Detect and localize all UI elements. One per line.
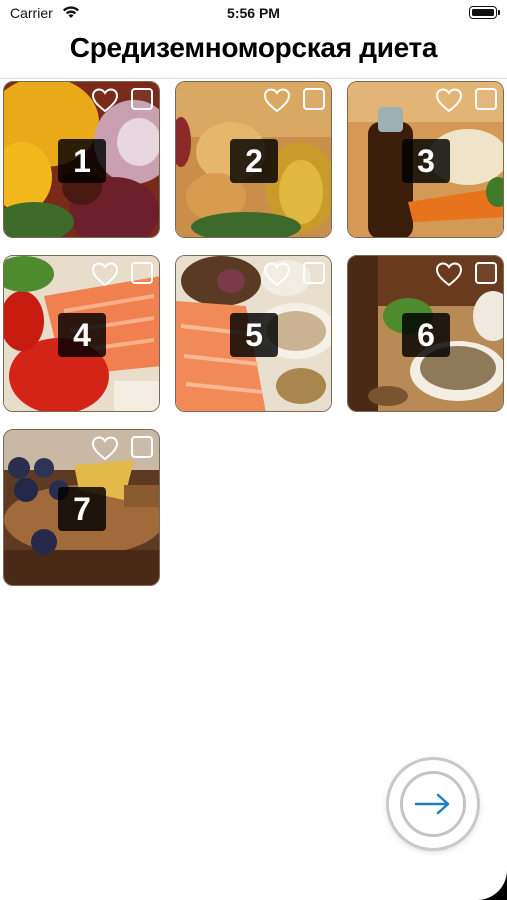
tile-number: 3 (402, 139, 450, 183)
favorite-heart-icon[interactable] (91, 261, 119, 287)
diet-tile-3[interactable]: 3 (347, 81, 504, 238)
select-checkbox[interactable] (131, 88, 153, 110)
favorite-heart-icon[interactable] (435, 87, 463, 113)
tile-number: 4 (58, 313, 106, 357)
favorite-heart-icon[interactable] (263, 87, 291, 113)
diet-tile-2[interactable]: 2 (175, 81, 332, 238)
page-title: Средиземноморская диета (69, 32, 438, 63)
next-button-ring (400, 771, 466, 837)
select-checkbox[interactable] (303, 262, 325, 284)
battery-icon (469, 6, 497, 19)
select-checkbox[interactable] (475, 262, 497, 284)
select-checkbox[interactable] (131, 436, 153, 458)
next-button[interactable] (389, 760, 477, 848)
tile-number: 7 (58, 487, 106, 531)
diet-tile-1[interactable]: 1 (3, 81, 160, 238)
diet-tile-6[interactable]: 6 (347, 255, 504, 412)
diet-tile-7[interactable]: 7 (3, 429, 160, 586)
diet-tile-4[interactable]: 4 (3, 255, 160, 412)
diet-tile-5[interactable]: 5 (175, 255, 332, 412)
tile-number: 2 (230, 139, 278, 183)
arrow-right-icon (414, 793, 450, 815)
tile-number: 1 (58, 139, 106, 183)
tile-number: 6 (402, 313, 450, 357)
favorite-heart-icon[interactable] (91, 87, 119, 113)
favorite-heart-icon[interactable] (435, 261, 463, 287)
favorite-heart-icon[interactable] (263, 261, 291, 287)
select-checkbox[interactable] (475, 88, 497, 110)
header-divider (0, 78, 507, 79)
status-bar: Carrier 5:56 PM (0, 0, 507, 28)
select-checkbox[interactable] (303, 88, 325, 110)
favorite-heart-icon[interactable] (91, 435, 119, 461)
tile-number: 5 (230, 313, 278, 357)
screen-corner (477, 870, 507, 900)
clock: 5:56 PM (227, 5, 280, 21)
battery-cap (498, 10, 500, 15)
select-checkbox[interactable] (131, 262, 153, 284)
